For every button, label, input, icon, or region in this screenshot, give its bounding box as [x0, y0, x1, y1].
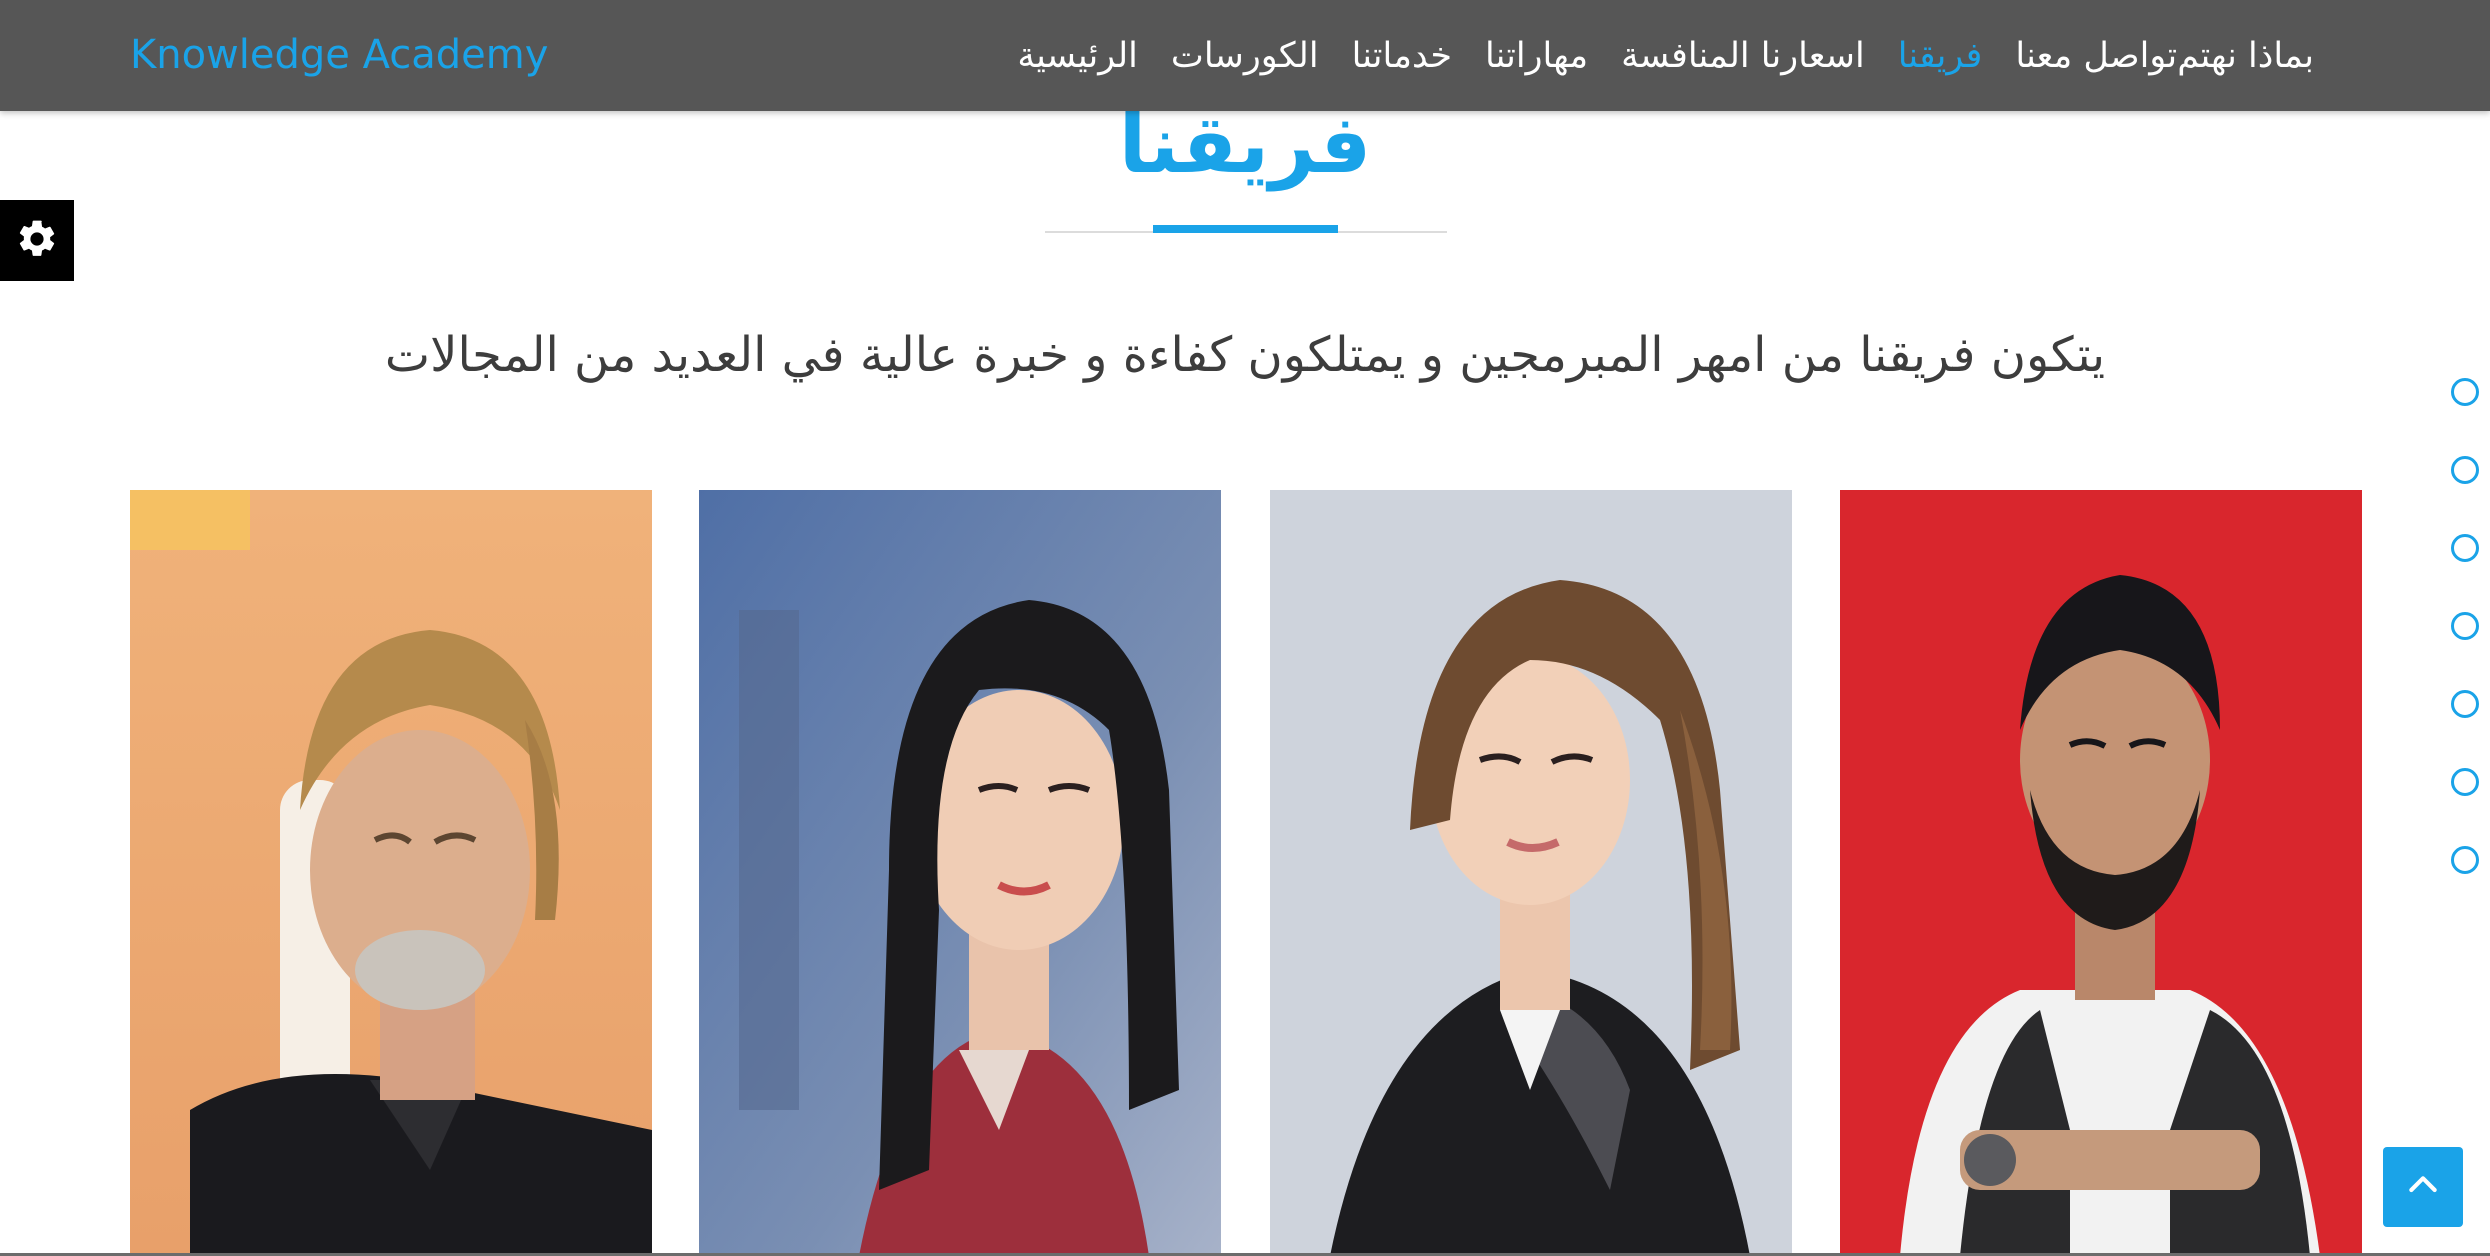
nav-link-contact[interactable]: تواصل معنا: [2015, 36, 2177, 76]
nav-link-services[interactable]: خدماتنا: [1352, 36, 1452, 76]
section-bullets: [2451, 378, 2481, 924]
team-member-card-1: [130, 490, 652, 1256]
title-accent-bar: [1153, 225, 1338, 233]
section-bullet-1[interactable]: [2451, 378, 2479, 406]
team-photo-4: [1840, 490, 2362, 1256]
team-photo-3: [1270, 490, 1792, 1256]
nav-link-courses[interactable]: الكورسات: [1171, 36, 1319, 76]
section-bullet-2[interactable]: [2451, 456, 2479, 484]
top-navbar: Knowledge Academy الرئيسية الكورسات خدما…: [0, 0, 2490, 111]
section-description: يتكون فريقنا من امهر المبرمجين و يمتلكون…: [384, 327, 2106, 383]
gear-icon: [15, 217, 59, 265]
team-member-card-3: [1270, 490, 1792, 1256]
back-to-top-button[interactable]: [2383, 1147, 2463, 1227]
section-bullet-6[interactable]: [2451, 768, 2479, 796]
settings-toggle-button[interactable]: [0, 200, 74, 281]
nav-link-home[interactable]: الرئيسية: [1017, 36, 1138, 76]
section-bullet-3[interactable]: [2451, 534, 2479, 562]
section-bullet-4[interactable]: [2451, 612, 2479, 640]
chevron-up-icon: [2403, 1165, 2443, 1209]
nav-link-team[interactable]: فريقنا: [1898, 36, 1983, 76]
nav-links: الرئيسية الكورسات خدماتنا مهاراتنا اسعار…: [984, 0, 2314, 111]
team-member-card-4: [1840, 490, 2362, 1256]
team-member-card-2: [699, 490, 1221, 1256]
nav-link-care[interactable]: بماذا نهتم: [2177, 36, 2314, 76]
team-photo-2: [699, 490, 1221, 1256]
nav-link-skills[interactable]: مهاراتنا: [1485, 36, 1588, 76]
section-bullet-5[interactable]: [2451, 690, 2479, 718]
section-bullet-7[interactable]: [2451, 846, 2479, 874]
brand-logo-link[interactable]: Knowledge Academy: [130, 0, 548, 111]
nav-link-pricing[interactable]: اسعارنا المنافسة: [1621, 36, 1865, 76]
team-photo-1: [130, 490, 652, 1256]
